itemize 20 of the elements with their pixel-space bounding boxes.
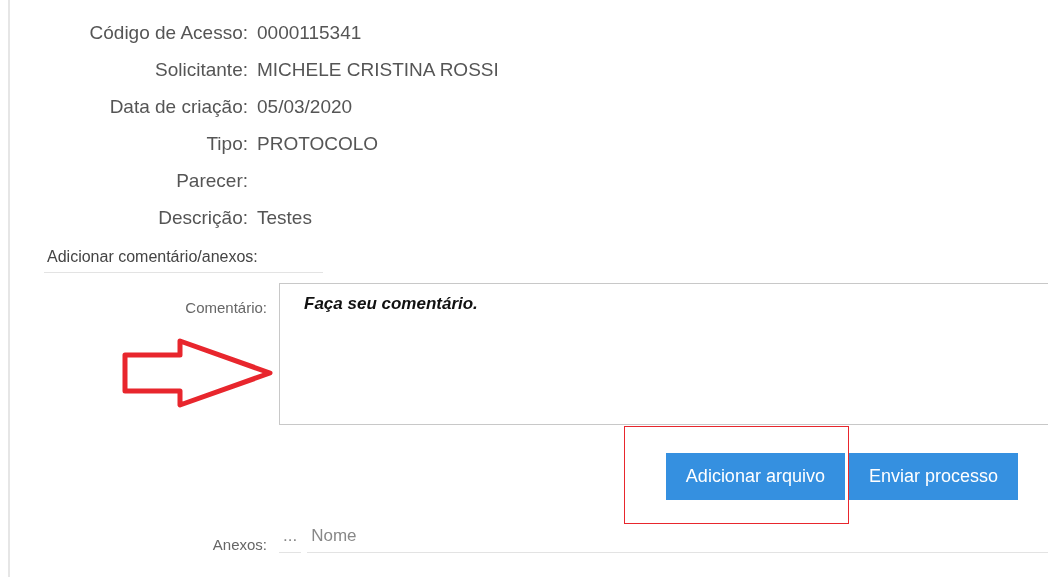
- action-button[interactable]: Enviar processo: [848, 453, 1018, 500]
- column-header: Nome: [307, 526, 1048, 553]
- section-title: Adicionar comentário/anexos:: [44, 248, 323, 273]
- field-label: Data de criação:: [109, 95, 248, 118]
- action-button[interactable]: Adicionar arquivo: [665, 453, 845, 500]
- column-header: ...: [279, 526, 302, 553]
- field-label: Solicitante:: [155, 58, 248, 81]
- field-value: MICHELE CRISTINA ROSSI: [257, 58, 500, 81]
- comment-field[interactable]: Faça seu comentário.: [279, 283, 1048, 425]
- field-value: Testes: [257, 206, 313, 229]
- field-value: 05/03/2020: [257, 95, 354, 118]
- comment-label: Comentário:: [185, 298, 267, 316]
- field-value: 0000115341: [257, 21, 363, 44]
- attachments-label: Anexos:: [212, 535, 267, 553]
- field-label: Tipo:: [206, 132, 248, 155]
- field-label: Código de Acesso:: [89, 21, 248, 44]
- field-label: Parecer:: [176, 169, 248, 192]
- field-value: PROTOCOLO: [257, 132, 380, 155]
- arrow-icon: [122, 338, 274, 408]
- field-label: Descrição:: [158, 206, 248, 229]
